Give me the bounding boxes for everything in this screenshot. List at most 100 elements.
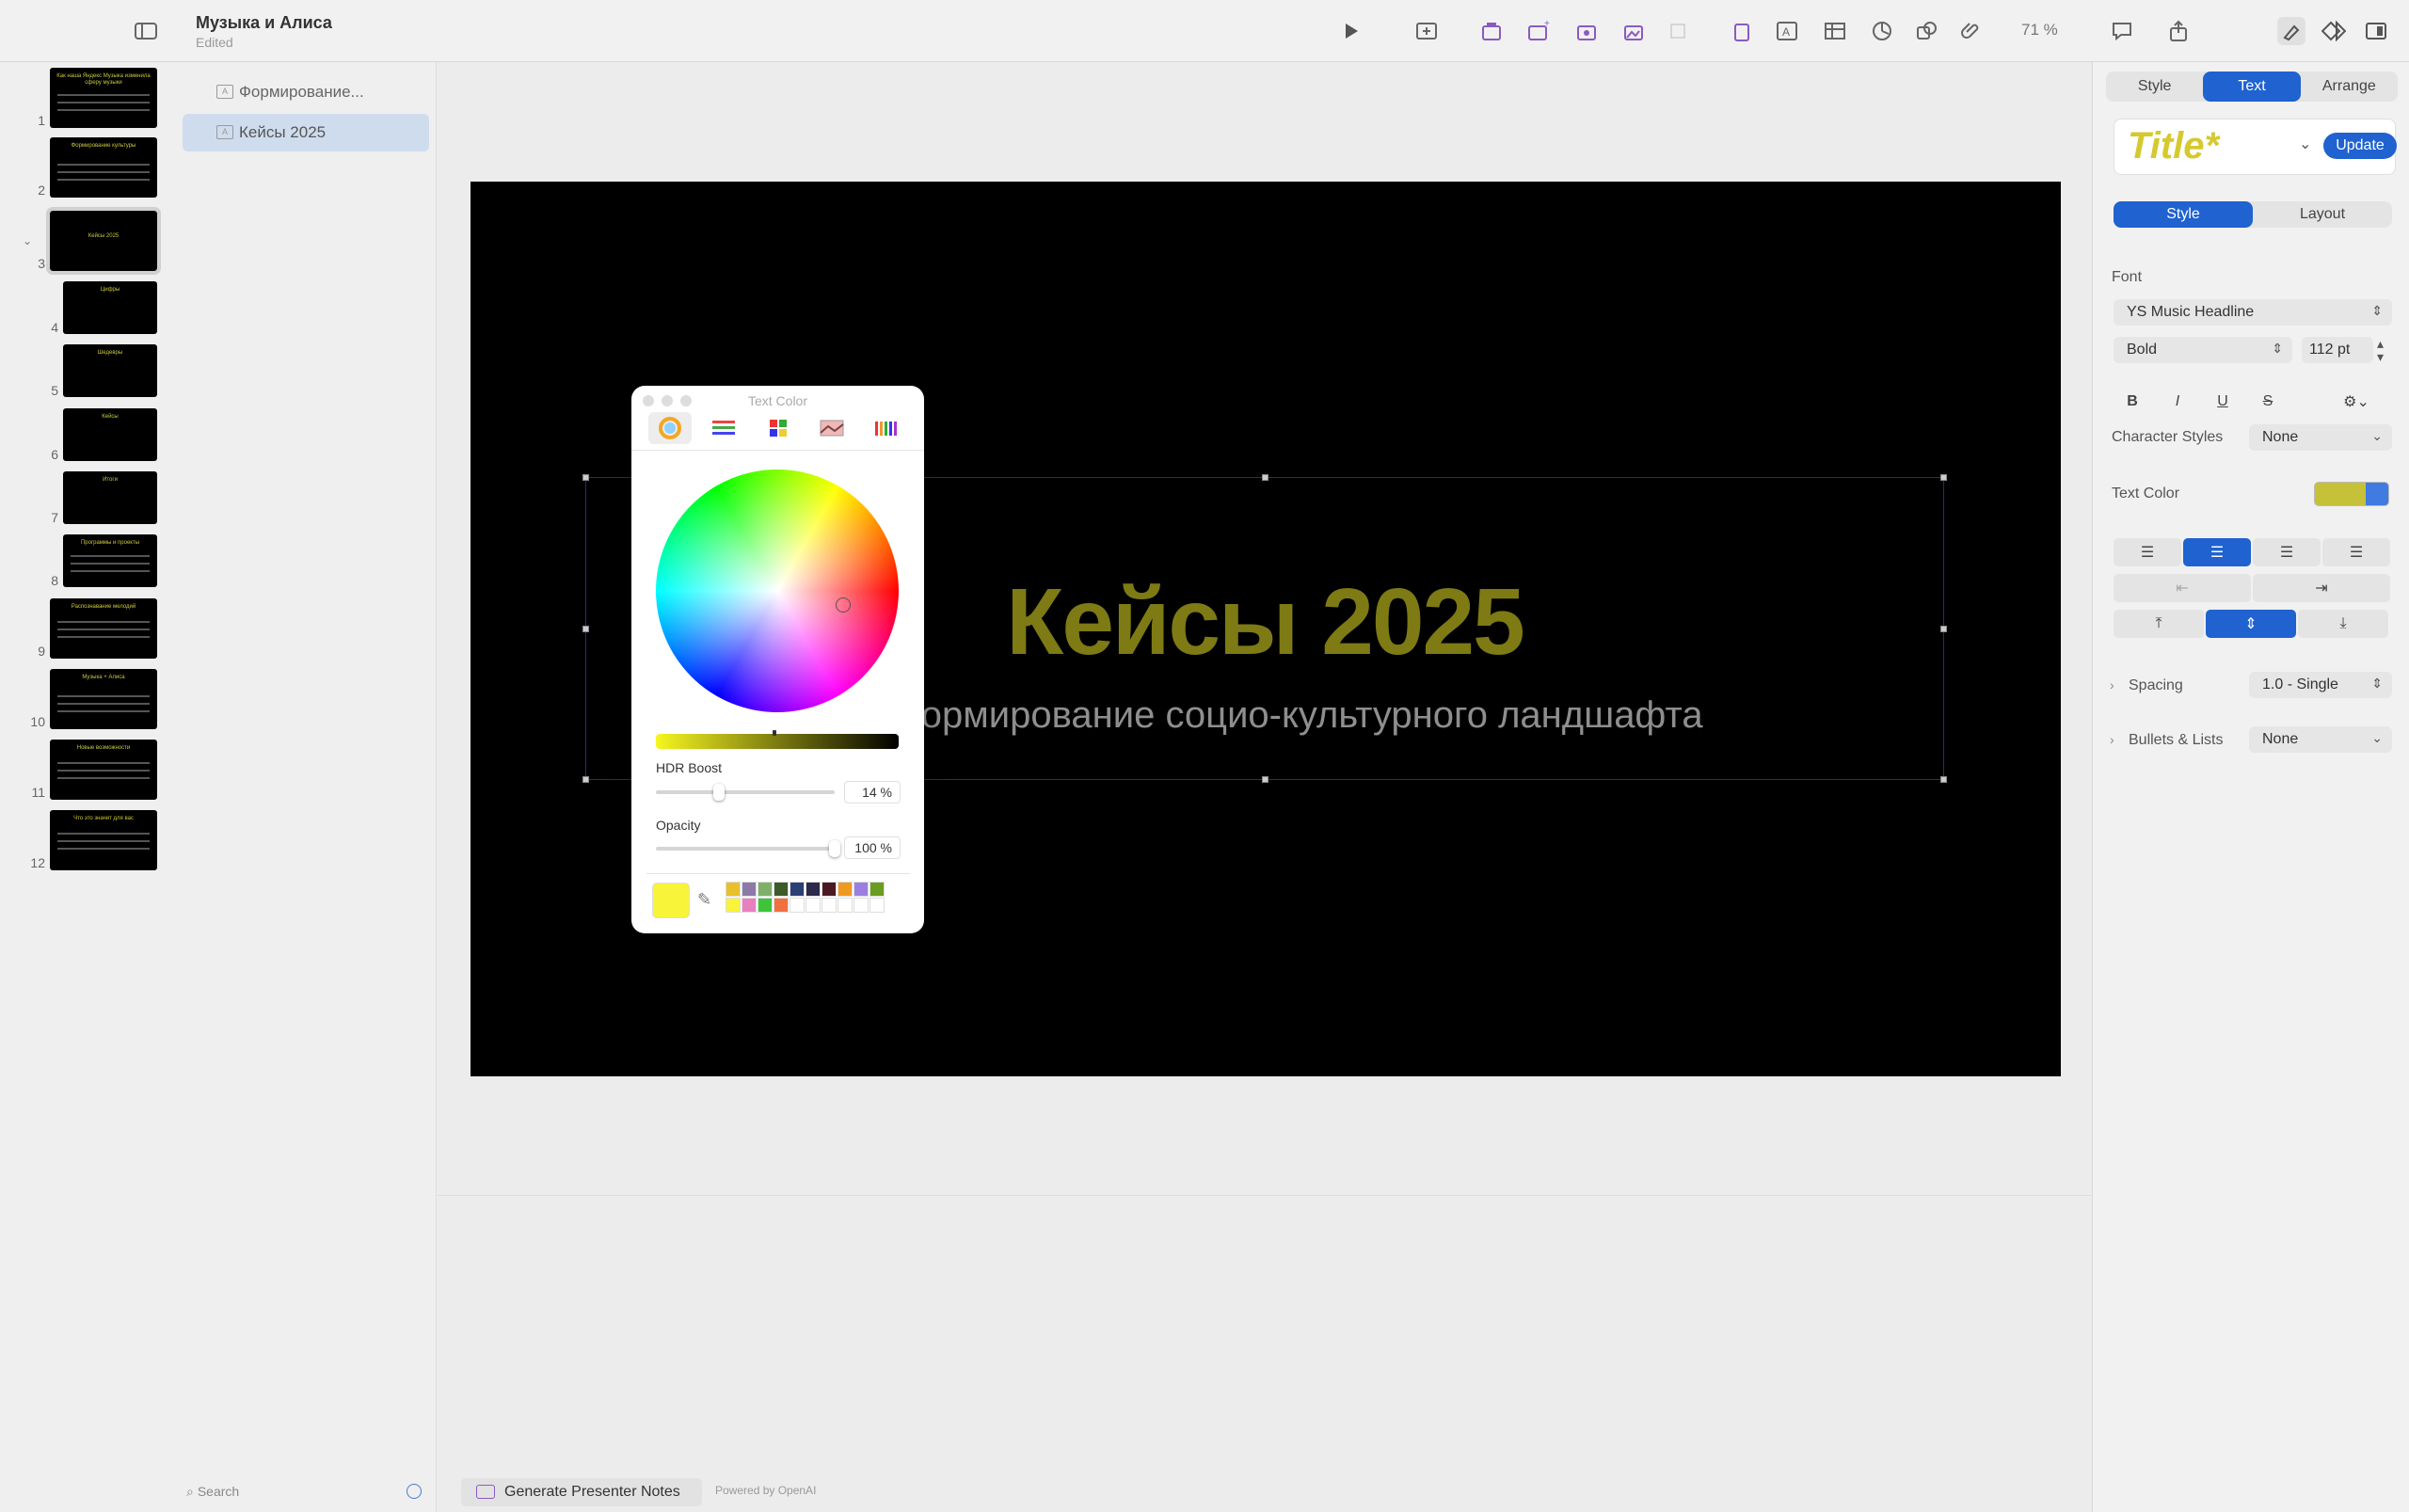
slide-thumbnail[interactable]: Музыка + Алиса [50,669,157,729]
bullets-lists-label[interactable]: Bullets & Lists [2129,732,2223,749]
subtab-layout[interactable]: Layout [2253,201,2392,228]
color-swatch[interactable] [838,898,853,913]
add-slide-icon[interactable] [1412,17,1441,45]
play-icon[interactable] [1336,17,1364,45]
chart-icon[interactable] [1868,17,1896,45]
text-color-well[interactable] [2314,482,2389,506]
grid-icon[interactable] [1664,17,1692,45]
ai-layout-icon[interactable]: + [1524,17,1553,45]
increase-indent-button[interactable]: ⇥ [2253,574,2390,602]
hdr-boost-slider[interactable] [656,790,835,794]
zoom-menu[interactable]: 71 % [2021,21,2058,40]
align-middle-button[interactable]: ⇕ [2206,610,2296,638]
slide-thumbnail[interactable]: Цифры [63,281,157,334]
ai-text-icon[interactable] [1728,17,1756,45]
color-crosshair[interactable] [836,597,851,613]
slide-thumbnail[interactable]: Кейсы [63,408,157,461]
slide-thumbnail[interactable]: Итоги [63,471,157,524]
advanced-options-icon[interactable]: ⚙⌄ [2328,390,2385,414]
slide-thumbnail[interactable]: Новые возможности [50,740,157,800]
align-top-button[interactable]: ⤒ [2114,610,2204,638]
italic-button[interactable]: I [2159,390,2196,414]
color-swatch[interactable] [822,882,837,897]
opacity-slider[interactable] [656,847,835,851]
resize-handle[interactable] [1940,776,1947,783]
color-swatch[interactable] [774,882,789,897]
document-icon[interactable] [2362,17,2390,45]
slide-thumbnail-selected[interactable]: Кейсы 2025 [46,207,161,275]
text-color-panel[interactable]: Text Color HDR Boost 14 % Opacity 100 % … [631,386,924,933]
subtab-style[interactable]: Style [2114,201,2253,228]
presenter-notes-area[interactable] [438,1195,2092,1512]
collapse-chevron-icon[interactable]: ⌄ [23,234,32,247]
brightness-slider[interactable] [656,734,899,749]
color-swatch[interactable] [838,882,853,897]
ai-slide-icon[interactable] [1477,17,1506,45]
strikethrough-button[interactable]: S [2249,390,2287,414]
text-color-label[interactable]: Text Color [2112,485,2179,502]
color-swatch[interactable] [790,898,805,913]
color-swatch[interactable] [758,882,773,897]
chevron-down-icon[interactable]: ⌄ [2299,135,2311,153]
spacing-label[interactable]: Spacing [2129,677,2183,694]
align-center-button[interactable]: ☰ [2183,538,2251,566]
color-swatch[interactable] [742,882,757,897]
underline-button[interactable]: U [2204,390,2241,414]
table-icon[interactable] [1821,17,1849,45]
bullets-popup[interactable]: None ⌄ [2249,726,2392,753]
text-box-icon[interactable]: A [1773,17,1801,45]
outline-item-selected[interactable]: A Кейсы 2025 [183,114,429,151]
resize-handle[interactable] [582,776,589,783]
bold-button[interactable]: B [2114,390,2151,414]
color-swatch[interactable] [774,898,789,913]
character-styles-popup[interactable]: None ⌄ [2249,424,2392,451]
sidebar-toggle-icon[interactable] [132,17,160,45]
hdr-boost-value[interactable]: 14 % [844,781,901,804]
generate-notes-button[interactable]: Generate Presenter Notes [461,1478,702,1506]
color-swatch[interactable] [726,898,741,913]
format-brush-icon[interactable] [2277,17,2305,45]
attachment-icon[interactable] [1957,17,1986,45]
color-wheel[interactable] [656,470,899,712]
color-swatch[interactable] [854,882,869,897]
color-sliders-tab[interactable] [702,412,745,444]
ai-media-icon[interactable] [1573,17,1602,45]
tab-arrange[interactable]: Arrange [2301,72,2398,102]
disclosure-chevron-icon[interactable]: › [2110,732,2114,747]
opacity-knob[interactable] [829,840,840,857]
outline-item[interactable]: A Формирование... [183,73,429,111]
ai-image-icon[interactable] [1620,17,1649,45]
slide-thumbnail[interactable]: Формирование культуры [50,137,157,198]
color-swatch[interactable] [758,898,773,913]
resize-handle[interactable] [1940,474,1947,481]
font-size-stepper[interactable]: ▴ ▾ [2377,337,2384,363]
comment-icon[interactable] [2108,17,2136,45]
align-left-button[interactable]: ☰ [2114,538,2181,566]
disclosure-chevron-icon[interactable]: › [2110,677,2114,692]
opacity-value[interactable]: 100 % [844,836,901,859]
font-weight-popup[interactable]: Bold ⇕ [2114,337,2292,363]
slide-thumbnail[interactable]: Как наша Яндекс Музыка изменила сферу му… [50,68,157,128]
font-family-popup[interactable]: YS Music Headline ⇕ [2114,299,2392,326]
color-wheel-tab[interactable] [648,412,692,444]
spacing-popup[interactable]: 1.0 - Single ⇕ [2249,672,2392,698]
paragraph-style-selector[interactable]: Title* ⌄ Update [2114,119,2397,175]
color-swatch[interactable] [790,882,805,897]
outline-search[interactable]: ⌕ Search [186,1478,429,1504]
resize-handle[interactable] [1262,474,1268,481]
decrease-indent-button[interactable]: ⇤ [2114,574,2251,602]
share-icon[interactable] [2164,17,2193,45]
slide-thumbnail[interactable]: Что это значит для вас [50,810,157,870]
color-swatch[interactable] [806,882,821,897]
filter-icon[interactable] [407,1484,422,1499]
resize-handle[interactable] [1262,776,1268,783]
color-swatch[interactable] [854,898,869,913]
current-color-swatch[interactable] [652,883,690,918]
shape-icon[interactable] [1913,17,1941,45]
tab-text[interactable]: Text [2203,72,2301,102]
slide-thumbnail[interactable]: Программы и проекты [63,534,157,587]
slide-thumbnail[interactable]: Распознавание мелодий [50,598,157,659]
pencils-tab[interactable] [864,412,907,444]
align-bottom-button[interactable]: ⤓ [2298,610,2388,638]
color-swatch[interactable] [869,898,885,913]
